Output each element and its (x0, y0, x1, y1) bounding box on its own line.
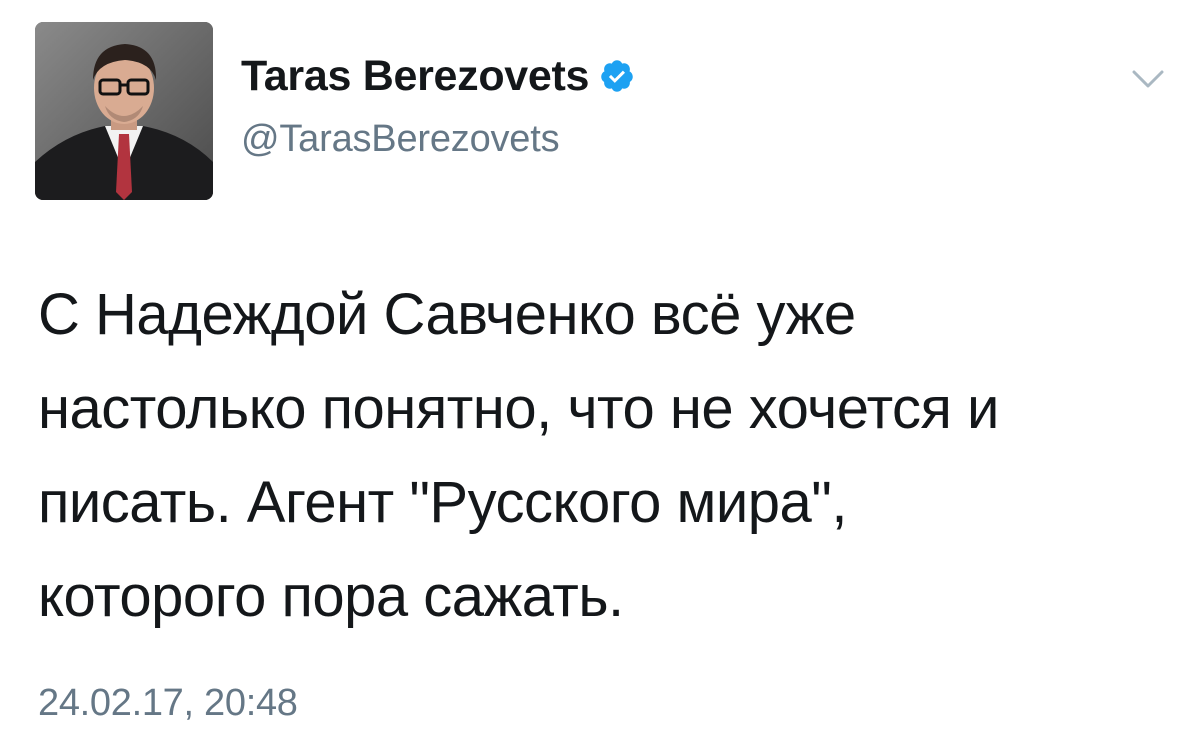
tweet-timestamp[interactable]: 24.02.17, 20:48 (38, 682, 298, 725)
verified-badge-icon (599, 58, 635, 94)
chevron-down-icon[interactable] (1128, 66, 1168, 92)
tweet-text: С Надеждой Савченко всё уже настолько по… (38, 282, 999, 629)
tweet-card: Taras Berezovets @TarasBerezovets С Наде… (0, 0, 1200, 749)
user-info: Taras Berezovets @TarasBerezovets (241, 50, 635, 161)
user-handle[interactable]: @TarasBerezovets (241, 118, 635, 161)
display-name[interactable]: Taras Berezovets (241, 52, 589, 101)
avatar[interactable] (35, 22, 213, 200)
avatar-photo (35, 22, 213, 200)
display-name-row: Taras Berezovets (241, 50, 635, 102)
